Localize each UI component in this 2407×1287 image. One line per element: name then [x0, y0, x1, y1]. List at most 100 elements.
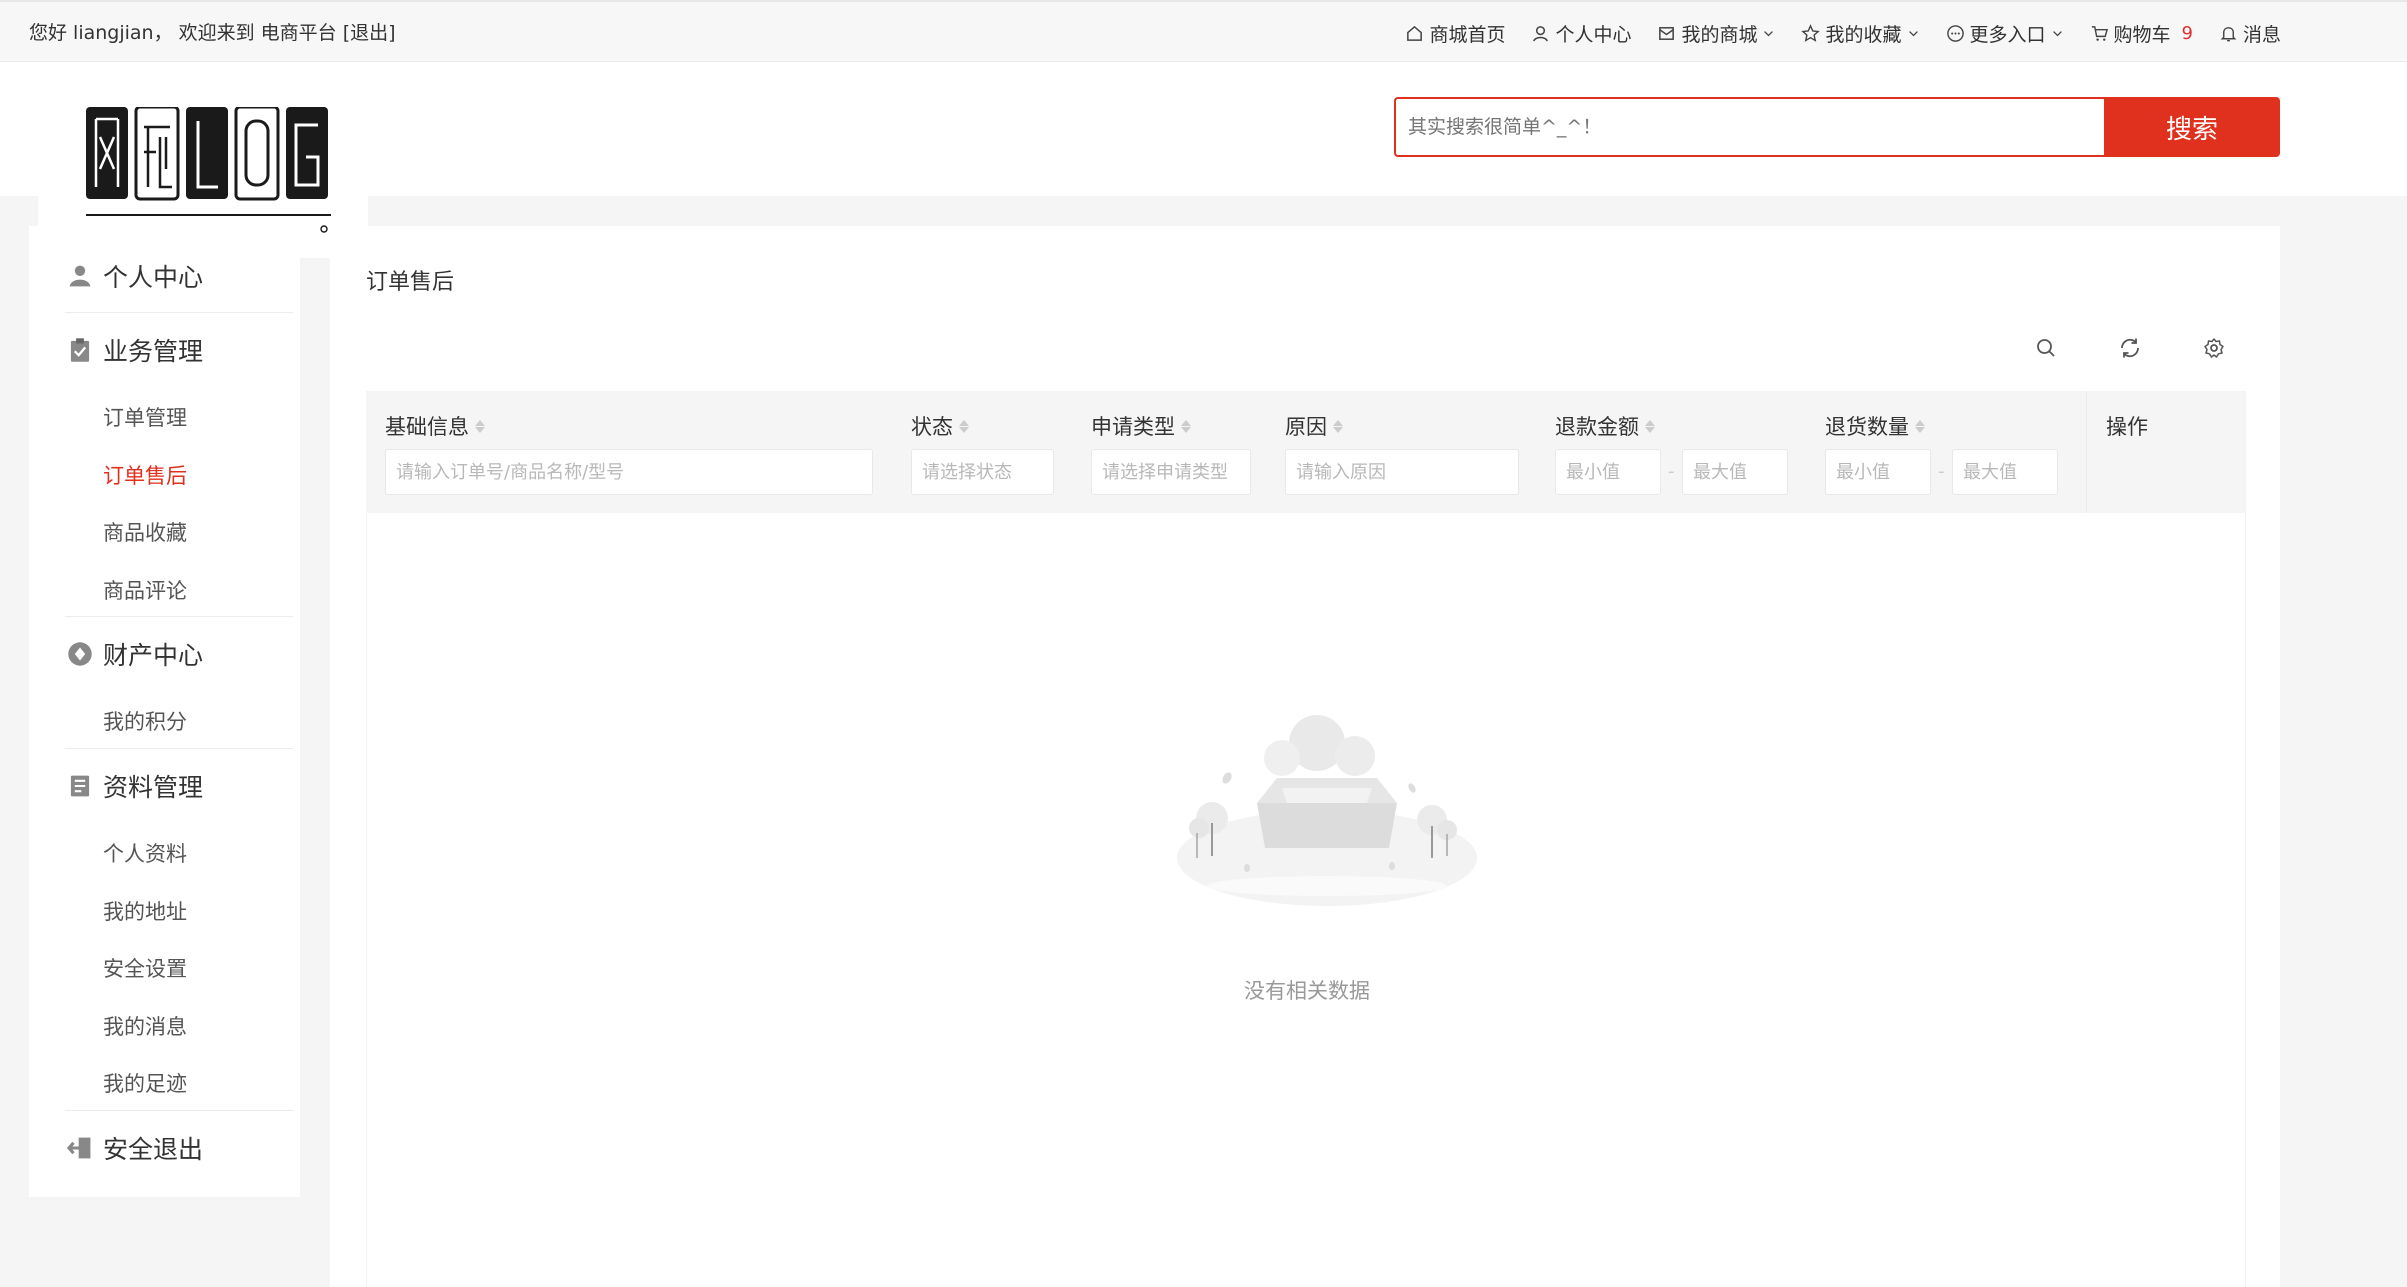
site-logo[interactable]	[86, 107, 369, 267]
chevron-down-icon	[2052, 30, 2062, 36]
divider	[65, 616, 293, 617]
logout-icon	[67, 1137, 91, 1159]
column-header-return-qty[interactable]: 退货数量	[1825, 411, 1925, 441]
column-header-actions: 操作	[2086, 391, 2246, 513]
nav-messages[interactable]: 消息	[2219, 20, 2281, 47]
sidebar-group-profile[interactable]: 资料管理	[67, 768, 203, 804]
apply-type-filter-select[interactable]	[1091, 449, 1251, 495]
sidebar-item-reviews[interactable]: 商品评论	[103, 575, 187, 605]
sidebar-item-footprints[interactable]: 我的足迹	[103, 1068, 187, 1098]
return-qty-min-input[interactable]	[1825, 449, 1931, 495]
column-label: 基础信息	[385, 415, 469, 439]
reason-filter-input[interactable]	[1285, 449, 1519, 495]
basic-info-filter-input[interactable]	[385, 449, 873, 495]
search-bar: 搜索	[1394, 97, 2280, 157]
sidebar-group-business[interactable]: 业务管理	[67, 332, 203, 368]
column-label: 原因	[1285, 415, 1327, 439]
nav-cart[interactable]: 购物车 9	[2090, 20, 2193, 47]
sidebar-group-label: 业务管理	[103, 337, 204, 366]
welcome-text: 您好 liangjian， 欢迎来到 电商平台 [退出]	[29, 22, 396, 44]
divider	[65, 312, 293, 313]
column-header-apply-type[interactable]: 申请类型	[1091, 411, 1191, 441]
page-title: 订单售后	[366, 270, 455, 295]
nav-home[interactable]: 商城首页	[1405, 20, 1505, 47]
nav-messages-label: 消息	[2242, 23, 2281, 46]
gear-icon	[2204, 338, 2224, 358]
column-label: 退货数量	[1825, 415, 1909, 439]
sidebar-item-after-sales[interactable]: 订单售后	[103, 460, 187, 490]
sidebar-item-points[interactable]: 我的积分	[103, 706, 187, 736]
nav-favorites[interactable]: 我的收藏	[1801, 20, 1919, 47]
refresh-icon	[2121, 338, 2139, 358]
sort-icon[interactable]	[1645, 419, 1655, 433]
return-qty-max-input[interactable]	[1952, 449, 2058, 495]
column-label: 状态	[911, 415, 953, 439]
logo-area	[38, 62, 368, 258]
sidebar-item-messages[interactable]: 我的消息	[103, 1011, 187, 1041]
sidebar-group-assets[interactable]: 财产中心	[67, 636, 203, 672]
mail-icon	[1659, 26, 1675, 40]
more-icon	[1946, 24, 1964, 42]
top-bar: 您好 liangjian， 欢迎来到 电商平台 [退出] 商城首页 个人中心 我…	[0, 0, 2407, 62]
nav-cart-label: 购物车	[2113, 23, 2171, 46]
sort-icon[interactable]	[1915, 419, 1925, 433]
sidebar-item-security[interactable]: 安全设置	[103, 953, 187, 983]
document-icon	[70, 775, 90, 797]
sidebar-item-address[interactable]: 我的地址	[103, 896, 187, 926]
table-header: 基础信息 状态 申请类型 原因 退款金额 - 退货数量	[366, 391, 2246, 513]
column-label: 操作	[2106, 415, 2148, 439]
chevron-down-icon	[1764, 30, 1774, 36]
sort-icon[interactable]	[475, 419, 485, 433]
nav-more[interactable]: 更多入口	[1946, 20, 2064, 47]
column-header-status[interactable]: 状态	[911, 411, 969, 441]
sidebar-item-profile-info[interactable]: 个人资料	[103, 838, 187, 868]
table-body-empty: 没有相关数据	[366, 513, 2246, 1287]
range-separator: -	[1668, 461, 1675, 482]
sort-icon[interactable]	[1181, 419, 1191, 433]
bell-icon	[2220, 26, 2237, 41]
nav-user-center-label: 个人中心	[1555, 23, 1632, 46]
nav-user-center[interactable]: 个人中心	[1531, 20, 1631, 47]
home-icon	[1407, 25, 1423, 41]
search-input[interactable]	[1394, 97, 2104, 157]
status-filter-select[interactable]	[911, 449, 1054, 495]
sidebar-item-order-management[interactable]: 订单管理	[103, 402, 187, 432]
empty-state-text: 没有相关数据	[1244, 979, 1370, 1003]
nav-my-mall-label: 我的商城	[1681, 23, 1758, 46]
column-header-reason[interactable]: 原因	[1285, 411, 1343, 441]
main-panel: 订单售后 基础信息 状态 申请类型 原因	[330, 226, 2280, 1287]
star-icon	[1801, 23, 1821, 42]
user-icon	[1533, 25, 1549, 41]
top-nav: 商城首页 个人中心 我的商城 我的收藏 更多入口 购物车 9 消息	[1405, 2, 2281, 64]
column-label: 申请类型	[1091, 415, 1175, 439]
sidebar-group-label: 财产中心	[103, 641, 204, 670]
clipboard-check-icon	[70, 338, 90, 362]
sort-icon[interactable]	[1333, 419, 1343, 433]
refund-amount-min-input[interactable]	[1555, 449, 1661, 495]
refresh-button[interactable]	[2118, 336, 2142, 360]
divider	[65, 1110, 293, 1111]
range-separator: -	[1938, 461, 1945, 482]
chevron-down-icon	[1908, 30, 1918, 36]
empty-box-illustration	[1177, 715, 1477, 906]
column-header-refund-amount[interactable]: 退款金额	[1555, 411, 1655, 441]
refund-amount-max-input[interactable]	[1682, 449, 1788, 495]
sidebar-item-favorites[interactable]: 商品收藏	[103, 517, 187, 547]
sidebar-group-logout[interactable]: 安全退出	[67, 1130, 203, 1166]
nav-my-mall[interactable]: 我的商城	[1657, 20, 1775, 47]
sidebar: 个人中心 业务管理 订单管理 订单售后 商品收藏 商品评论 财产中心 我的积分 …	[29, 226, 300, 1197]
column-header-basic-info[interactable]: 基础信息	[385, 411, 485, 441]
search-icon	[2037, 339, 2055, 357]
settings-button[interactable]	[2202, 336, 2226, 360]
column-label: 退款金额	[1555, 415, 1639, 439]
sort-icon[interactable]	[959, 419, 969, 433]
search-toggle-button[interactable]	[2034, 336, 2058, 360]
nav-more-label: 更多入口	[1969, 23, 2046, 46]
search-button[interactable]: 搜索	[2104, 97, 2280, 157]
diamond-icon	[68, 642, 92, 666]
nav-favorites-label: 我的收藏	[1825, 23, 1902, 46]
sidebar-group-label: 资料管理	[103, 773, 204, 802]
nav-home-label: 商城首页	[1429, 23, 1506, 46]
sidebar-group-label: 安全退出	[103, 1135, 204, 1164]
cart-count-badge: 9	[2181, 22, 2193, 44]
